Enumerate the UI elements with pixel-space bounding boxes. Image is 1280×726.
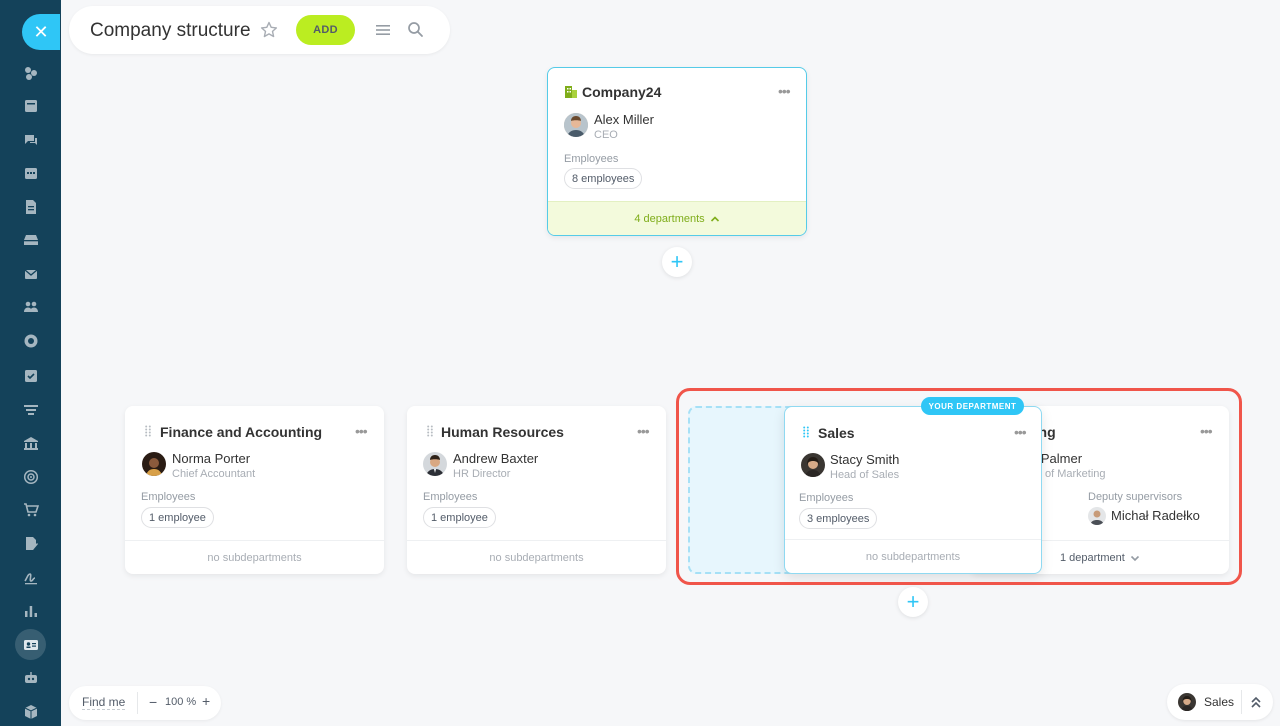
plus-icon: + <box>906 589 920 614</box>
mail-icon[interactable] <box>20 263 42 285</box>
departments-toggle[interactable]: 4 departments <box>548 201 806 235</box>
drive-icon[interactable] <box>20 229 42 251</box>
more-icon[interactable]: ••• <box>637 423 650 439</box>
menu-icon[interactable] <box>375 22 391 38</box>
department-card-finance[interactable]: Finance and Accounting ••• Norma Porter … <box>125 406 384 574</box>
head-role: HR Director <box>453 468 511 480</box>
divider <box>137 692 138 714</box>
calendar-icon[interactable] <box>20 162 42 184</box>
chevron-up-icon <box>710 215 719 222</box>
more-icon[interactable]: ••• <box>355 423 368 439</box>
highlight-outline <box>676 388 1242 585</box>
zoom-out-button[interactable]: − <box>149 694 157 710</box>
root-department-card[interactable]: Company24 ••• Alex Miller CEO Employees … <box>547 67 807 236</box>
department-title: Human Resources <box>441 424 564 440</box>
head-name[interactable]: Andrew Baxter <box>453 451 538 466</box>
left-sidebar: ✕ <box>0 0 61 726</box>
groups-icon[interactable] <box>20 296 42 318</box>
page-header: Company structure ADD <box>69 6 450 54</box>
employees-count[interactable]: 8 employees <box>564 168 643 189</box>
crm-icon[interactable] <box>20 399 42 421</box>
apps-icon[interactable] <box>20 701 42 723</box>
head-name[interactable]: Alex Miller <box>594 112 654 127</box>
star-icon[interactable] <box>259 20 279 40</box>
close-button[interactable]: ✕ <box>22 14 60 50</box>
current-department-pill[interactable]: Sales <box>1167 684 1273 720</box>
departments-count: 4 departments <box>634 212 705 225</box>
reports-icon[interactable] <box>20 600 42 622</box>
marketing-icon[interactable] <box>20 466 42 488</box>
drag-handle-icon[interactable] <box>145 425 151 437</box>
activity-stream-icon[interactable] <box>20 62 42 84</box>
documents-icon[interactable] <box>20 196 42 218</box>
plus-icon: + <box>670 249 684 274</box>
add-subdepartment-button[interactable]: + <box>662 247 692 277</box>
employees-icon[interactable] <box>20 634 42 656</box>
zoom-level: 100 % <box>165 696 197 708</box>
subdepartments-footer: no subdepartments <box>407 540 666 574</box>
employees-label: Employees <box>564 153 619 165</box>
automation-icon[interactable] <box>20 667 42 689</box>
zoom-bar: Find me − 100 % + <box>69 686 221 720</box>
find-me-button[interactable]: Find me <box>82 695 126 710</box>
page-title: Company structure <box>90 20 251 41</box>
employees-label: Employees <box>423 491 478 503</box>
feed-icon[interactable] <box>20 95 42 117</box>
zoom-in-button[interactable]: + <box>202 693 210 709</box>
department-title: Finance and Accounting <box>160 424 323 440</box>
shop-icon[interactable] <box>20 499 42 521</box>
close-icon: ✕ <box>33 22 49 42</box>
subdepartments-footer: no subdepartments <box>125 540 384 574</box>
head-role: CEO <box>594 129 618 141</box>
employees-label: Employees <box>141 491 196 503</box>
chat-icon[interactable] <box>20 129 42 151</box>
building-icon <box>565 86 577 98</box>
add-subdepartment-button[interactable]: + <box>898 587 928 617</box>
tasks-icon[interactable] <box>20 365 42 387</box>
head-role: Chief Accountant <box>172 468 256 480</box>
workgroups-icon[interactable] <box>20 330 42 352</box>
head-name[interactable]: Norma Porter <box>172 451 250 466</box>
current-department-label: Sales <box>1204 695 1235 709</box>
double-chevron-up-icon[interactable] <box>1247 693 1265 711</box>
search-icon[interactable] <box>407 21 424 38</box>
avatar[interactable] <box>142 452 166 476</box>
company-icon[interactable] <box>20 432 42 454</box>
avatar[interactable] <box>423 452 447 476</box>
employees-count[interactable]: 1 employee <box>423 507 496 528</box>
esign-icon[interactable] <box>20 566 42 588</box>
employees-count[interactable]: 1 employee <box>141 507 214 528</box>
add-button[interactable]: ADD <box>296 15 355 45</box>
more-icon[interactable]: ••• <box>778 83 791 99</box>
divider <box>1241 690 1242 714</box>
department-card-hr[interactable]: Human Resources ••• Andrew Baxter HR Dir… <box>407 406 666 574</box>
drag-handle-icon[interactable] <box>427 425 433 437</box>
department-title: Company24 <box>582 84 662 100</box>
sign-icon[interactable] <box>20 533 42 555</box>
avatar <box>1178 693 1196 711</box>
avatar[interactable] <box>564 113 588 137</box>
